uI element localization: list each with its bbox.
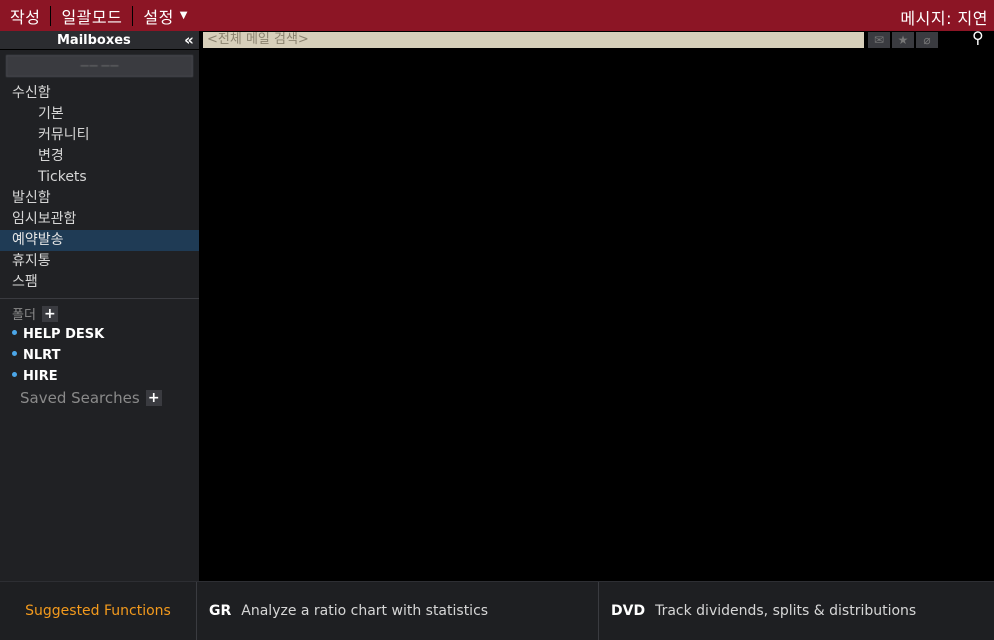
add-search-icon[interactable]: ⚲ <box>972 28 984 47</box>
folder-dot-icon <box>12 372 17 377</box>
folder-item[interactable]: NLRT <box>0 345 199 366</box>
envelope-icon[interactable]: ✉ <box>868 32 890 48</box>
menu-divider <box>132 5 134 26</box>
folders-header: 폴더 + <box>0 303 199 324</box>
saved-searches-label: Saved Searches <box>20 389 140 407</box>
saved-searches-header: Saved Searches + <box>0 387 199 409</box>
mailboxes-title: Mailboxes <box>57 32 131 48</box>
nav-sent[interactable]: 발신함 <box>0 188 199 209</box>
caret-down-icon[interactable]: ▼ <box>180 10 188 21</box>
folder-label: NLRT <box>23 348 61 363</box>
folder-dot-icon <box>12 330 17 335</box>
top-menu-bar: 작성 일괄모드 설정 ▼ 메시지: 지연 <box>0 0 994 31</box>
message-status: 메시지: 지연 <box>900 9 988 28</box>
folder-label: HELP DESK <box>23 327 105 342</box>
folder-label: HIRE <box>23 369 58 384</box>
nav-trash[interactable]: 휴지통 <box>0 251 199 272</box>
function-dvd[interactable]: DVD Track dividends, splits & distributi… <box>598 582 991 640</box>
nav-inbox-community[interactable]: 커뮤니티 <box>0 125 199 146</box>
nav-spam[interactable]: 스팸 <box>0 272 199 293</box>
suggested-functions-bar: Suggested Functions GR Analyze a ratio c… <box>0 581 994 640</box>
nav-scheduled[interactable]: 예약발송 <box>0 230 199 251</box>
folders-label: 폴더 <box>12 308 36 323</box>
paperclip-icon[interactable]: ⌀ <box>916 32 938 48</box>
folder-dot-icon <box>12 351 17 356</box>
search-filter-icons: ✉ ★ ⌀ <box>868 32 940 48</box>
star-icon[interactable]: ★ <box>892 32 914 48</box>
nav-inbox-primary[interactable]: 기본 <box>0 104 199 125</box>
mailboxes-header: Mailboxes « <box>0 31 199 50</box>
nav-drafts[interactable]: 임시보관함 <box>0 209 199 230</box>
nav-inbox[interactable]: 수신함 <box>0 83 199 104</box>
folder-item[interactable]: HELP DESK <box>0 324 199 345</box>
account-selector[interactable]: —— —— <box>6 55 193 77</box>
function-code: DVD <box>611 603 646 619</box>
suggested-functions-label: Suggested Functions <box>25 603 171 619</box>
compose-menu[interactable]: 작성 <box>6 4 44 28</box>
function-description: Analyze a ratio chart with statistics <box>241 603 489 619</box>
nav-inbox-changes[interactable]: 변경 <box>0 146 199 167</box>
sidebar-divider <box>0 298 199 299</box>
folder-item[interactable]: HIRE <box>0 366 199 387</box>
add-folder-icon[interactable]: + <box>41 305 58 322</box>
settings-menu[interactable]: 설정 <box>139 4 177 28</box>
sidebar: Mailboxes « —— —— 수신함 기본 커뮤니티 변경 Tickets… <box>0 31 199 581</box>
nav-inbox-tickets[interactable]: Tickets <box>0 167 199 188</box>
function-description: Track dividends, splits & distributions <box>655 603 917 619</box>
menu-divider <box>50 5 52 26</box>
collapse-sidebar-icon[interactable]: « <box>179 31 199 49</box>
add-saved-search-icon[interactable]: + <box>145 390 162 406</box>
function-code: GR <box>209 603 232 619</box>
function-gr[interactable]: GR Analyze a ratio chart with statistics <box>196 582 598 640</box>
bulk-mode-menu[interactable]: 일괄모드 <box>57 4 126 28</box>
mail-search-input[interactable] <box>203 32 864 48</box>
